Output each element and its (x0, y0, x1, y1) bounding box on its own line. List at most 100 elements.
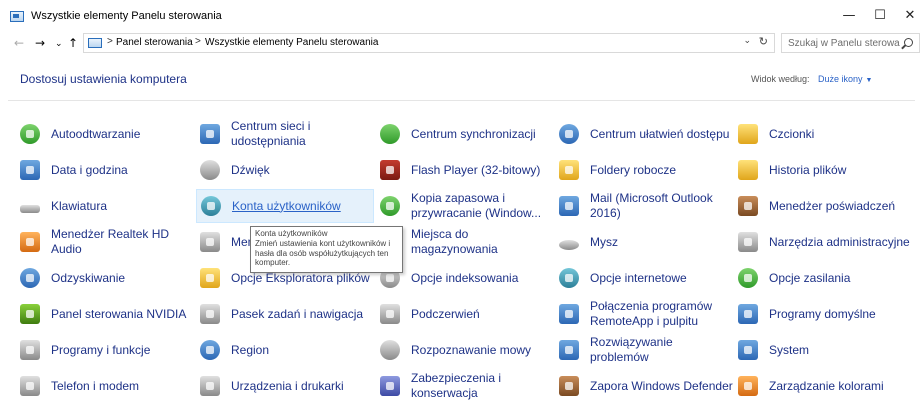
forward-button[interactable]: → (35, 35, 45, 51)
item-realtek-audio[interactable]: Menedżer Realtek HD Audio (16, 225, 194, 259)
item-firewall[interactable]: Zapora Windows Defender (555, 369, 733, 403)
item-sound[interactable]: Dźwięk (196, 153, 374, 187)
item-taskbar[interactable]: Pasek zadań i nawigacja (196, 297, 374, 331)
item-label: Urządzenia i drukarki (231, 378, 344, 393)
item-label: Menedżer poświadczeń (769, 198, 896, 213)
item-phone-modem[interactable]: Telefon i modem (16, 369, 194, 403)
infrared-icon (380, 304, 400, 324)
back-button[interactable]: ← (14, 35, 24, 51)
item-default-programs[interactable]: Programy domyślne (734, 297, 912, 331)
device-manager-icon (200, 232, 220, 252)
item-label: Panel sterowania NVIDIA (51, 306, 187, 321)
search-input[interactable] (782, 34, 900, 52)
item-label: Klawiatura (51, 198, 108, 213)
phone-modem-icon (20, 376, 40, 396)
item-label: Data i godzina (51, 162, 128, 177)
file-history-icon (738, 160, 758, 180)
item-autoplay[interactable]: Autoodtwarzanie (16, 117, 194, 151)
item-label: Rozpoznawanie mowy (411, 342, 532, 357)
chevron-down-icon: ▼ (865, 77, 873, 84)
item-fonts[interactable]: Czcionki (734, 117, 912, 151)
item-admin-tools[interactable]: Narzędzia administracyjne (734, 225, 912, 259)
troubleshooting-icon (559, 340, 579, 360)
item-network-center[interactable]: Centrum sieci i udostępniania (196, 117, 374, 151)
item-label: Foldery robocze (590, 162, 677, 177)
page-title: Dostosuj ustawienia komputera (20, 72, 187, 86)
refresh-button[interactable]: ↻ (759, 35, 768, 48)
item-label: Zarządzanie kolorami (769, 378, 884, 393)
item-recovery[interactable]: Odzyskiwanie (16, 261, 194, 295)
address-dropdown-button[interactable]: ⌄ (743, 36, 751, 46)
item-internet-options[interactable]: Opcje internetowe (555, 261, 733, 295)
item-backup-restore[interactable]: Kopia zapasowa i przywracanie (Window... (376, 189, 554, 223)
item-credential-manager[interactable]: Menedżer poświadczeń (734, 189, 912, 223)
internet-options-icon (559, 268, 579, 288)
recent-locations-button[interactable]: ⌄ (55, 36, 63, 52)
item-label: Pasek zadań i nawigacja (231, 306, 364, 321)
item-label: Programy i funkcje (51, 342, 151, 357)
view-by-dropdown[interactable]: Duże ikony ▼ (818, 74, 872, 84)
item-label: Centrum synchronizacji (411, 126, 536, 141)
view-by-label: Widok według: (751, 74, 810, 84)
item-mouse[interactable]: Mysz (555, 225, 733, 259)
item-power-options[interactable]: Opcje zasilania (734, 261, 912, 295)
item-sync-center[interactable]: Centrum synchronizacji (376, 117, 554, 151)
search-box[interactable] (781, 33, 920, 53)
item-keyboard[interactable]: Klawiatura (16, 189, 194, 223)
maximize-button[interactable]: ☐ (863, 0, 897, 32)
item-date-time[interactable]: Data i godzina (16, 153, 194, 187)
title-bar: Wszystkie elementy Panelu sterowania — ☐… (0, 0, 923, 32)
network-center-icon (200, 124, 220, 144)
item-infrared[interactable]: Podczerwień (376, 297, 554, 331)
item-work-folders[interactable]: Foldery robocze (555, 153, 733, 187)
breadcrumb-separator[interactable]: > (107, 36, 113, 47)
view-by-value: Duże ikony (818, 74, 863, 84)
item-label: Odzyskiwanie (51, 270, 126, 285)
item-label: Opcje indeksowania (411, 270, 519, 285)
item-label: Konta użytkowników (232, 198, 341, 213)
tooltip-title: Konta użytkowników (255, 229, 328, 238)
breadcrumb-control-panel[interactable]: Panel sterowania (116, 37, 193, 48)
close-button[interactable]: ✕ (893, 0, 923, 32)
admin-tools-icon (738, 232, 758, 252)
item-label: Flash Player (32-bitowy) (411, 162, 541, 177)
item-color-management[interactable]: Zarządzanie kolorami (734, 369, 912, 403)
address-bar[interactable]: > Panel sterowania > Wszystkie elementy … (83, 33, 775, 53)
minimize-button[interactable]: — (832, 0, 866, 32)
search-icon[interactable] (904, 38, 913, 47)
credential-manager-icon (738, 196, 758, 216)
item-programs-features[interactable]: Programy i funkcje (16, 333, 194, 367)
item-security-maintenance[interactable]: Zabezpieczenia i konserwacja (376, 369, 554, 403)
item-label: Centrum ułatwień dostępu (590, 126, 730, 141)
mouse-icon (559, 239, 579, 250)
breadcrumb-all-items[interactable]: Wszystkie elementy Panelu sterowania (205, 37, 378, 48)
mail-icon (559, 196, 579, 216)
item-label: Telefon i modem (51, 378, 140, 393)
user-accounts-icon (201, 196, 221, 216)
programs-features-icon (20, 340, 40, 360)
control-panel-icon (88, 38, 102, 48)
item-mail[interactable]: Mail (Microsoft Outlook 2016) (555, 189, 733, 223)
item-devices-printers[interactable]: Urządzenia i drukarki (196, 369, 374, 403)
tooltip-body: Zmień ustawienia kont użytkowników i has… (255, 239, 391, 267)
breadcrumb-separator[interactable]: > (195, 36, 201, 47)
tooltip: Konta użytkowników Zmień ustawienia kont… (250, 226, 403, 273)
item-troubleshooting[interactable]: Rozwiązywanie problemów (555, 333, 733, 367)
item-label: Menedżer Realtek HD Audio (51, 227, 170, 256)
item-remoteapp[interactable]: Połączenia programów RemoteApp i pulpitu (555, 297, 733, 331)
up-button[interactable]: ↑ (68, 35, 78, 51)
power-options-icon (738, 268, 758, 288)
item-region[interactable]: Region (196, 333, 374, 367)
item-label: System (769, 342, 810, 357)
item-flash-player[interactable]: Flash Player (32-bitowy) (376, 153, 554, 187)
fonts-icon (738, 124, 758, 144)
item-nvidia[interactable]: Panel sterowania NVIDIA (16, 297, 194, 331)
backup-restore-icon (380, 196, 400, 216)
item-user-accounts[interactable]: Konta użytkowników (196, 189, 374, 223)
item-system[interactable]: System (734, 333, 912, 367)
item-ease-of-access[interactable]: Centrum ułatwień dostępu (555, 117, 733, 151)
security-maintenance-icon (380, 376, 400, 396)
item-speech-recognition[interactable]: Rozpoznawanie mowy (376, 333, 554, 367)
item-file-history[interactable]: Historia plików (734, 153, 912, 187)
explorer-options-icon (200, 268, 220, 288)
